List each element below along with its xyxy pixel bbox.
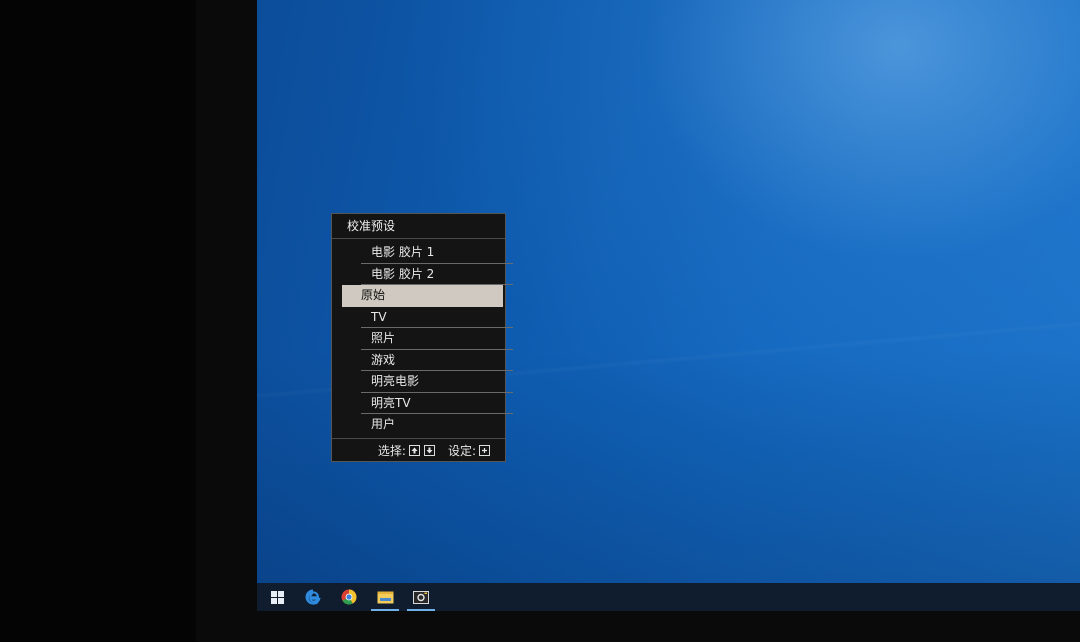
select-hint-label: 选择: (377, 443, 406, 458)
enter-key-icon (479, 444, 490, 456)
file-explorer-taskbar-button[interactable] (367, 583, 403, 611)
preset-item-user[interactable]: 用户 (342, 414, 503, 436)
preset-item-tv[interactable]: TV (342, 307, 513, 329)
photo-stage: 校准预设 电影 胶片 1 电影 胶片 2 原始 TV 照片 游戏 明亮电影 明亮… (0, 0, 1080, 642)
preset-item-bright-cinema[interactable]: 明亮电影 (342, 371, 513, 393)
chrome-icon (341, 589, 357, 605)
menu-title: 校准预设 (332, 214, 505, 239)
preset-item-original-selected[interactable]: 原始 (342, 285, 503, 307)
preset-item-game[interactable]: 游戏 (342, 350, 513, 372)
menu-footer-hints: 选择: 设定: (332, 438, 505, 461)
preset-list: 电影 胶片 1 电影 胶片 2 原始 TV 照片 游戏 明亮电影 明亮TV 用户 (332, 239, 513, 436)
camera-app-icon (413, 591, 429, 604)
file-explorer-icon (377, 591, 393, 604)
start-button[interactable] (259, 583, 295, 611)
windows-start-icon (270, 590, 284, 604)
edge-icon (305, 589, 321, 605)
arrow-up-icon (408, 444, 420, 456)
preset-item-cinema-film-2[interactable]: 电影 胶片 2 (342, 264, 513, 286)
calibration-preset-menu: 校准预设 电影 胶片 1 电影 胶片 2 原始 TV 照片 游戏 明亮电影 明亮… (331, 213, 513, 462)
chrome-taskbar-button[interactable] (331, 583, 367, 611)
preset-item-bright-tv[interactable]: 明亮TV (342, 393, 513, 415)
set-hint-label: 设定: (447, 443, 476, 458)
taskbar (257, 583, 1080, 611)
preset-item-photo[interactable]: 照片 (342, 328, 513, 350)
camera-taskbar-button[interactable] (403, 583, 439, 611)
edge-taskbar-button[interactable] (295, 583, 331, 611)
preset-item-cinema-film-1[interactable]: 电影 胶片 1 (342, 242, 513, 264)
arrow-down-icon (423, 444, 435, 456)
